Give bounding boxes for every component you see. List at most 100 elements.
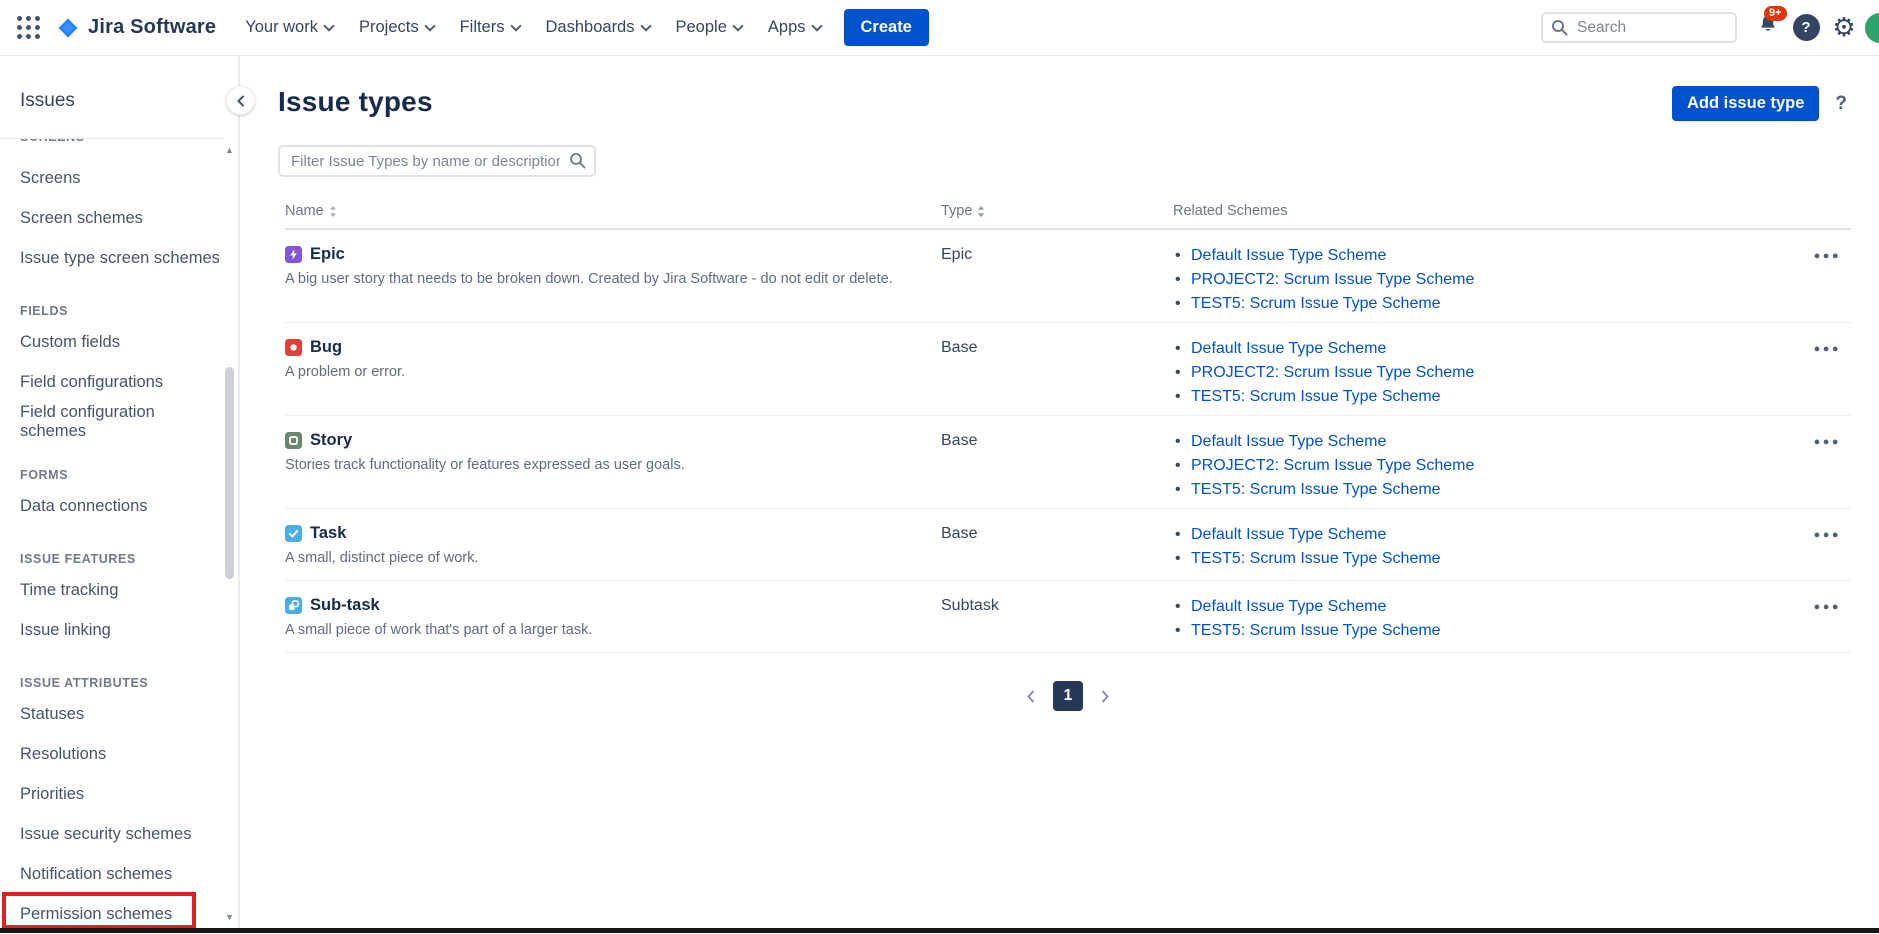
name-cell: Bug A problem or error. — [285, 338, 941, 380]
type-cell: Subtask — [941, 596, 1173, 615]
sidebar-item-notification-schemes[interactable]: Notification schemes — [20, 854, 220, 894]
notifications-button[interactable]: 9+ — [1751, 11, 1785, 45]
actions-cell: ●●● — [1795, 338, 1851, 361]
nav-people[interactable]: People — [663, 0, 755, 56]
sidebar-item-resolutions[interactable]: Resolutions — [20, 734, 220, 774]
actions-cell: ●●● — [1795, 596, 1851, 619]
scheme-link[interactable]: PROJECT2: Scrum Issue Type Scheme — [1191, 271, 1474, 288]
search-input[interactable] — [1541, 12, 1737, 43]
name-cell: Task A small, distinct piece of work. — [285, 524, 941, 566]
page-help-icon[interactable]: ? — [1835, 93, 1847, 115]
notifications-badge: 9+ — [1764, 6, 1787, 21]
help-button[interactable]: ? — [1789, 11, 1823, 45]
row-actions-button[interactable]: ●●● — [1812, 524, 1843, 547]
page-title: Issue types — [278, 86, 433, 118]
related-schemes-list: Default Issue Type Scheme PROJECT2: Scru… — [1173, 337, 1795, 409]
sidebar-item-time-tracking[interactable]: Time tracking — [20, 570, 220, 610]
sidebar-item-issue-type-screen-schemes[interactable]: Issue type screen schemes — [20, 238, 220, 278]
column-header-name[interactable]: Name — [285, 203, 941, 219]
jira-logo[interactable]: Jira Software — [56, 16, 216, 40]
scheme-link[interactable]: TEST5: Scrum Issue Type Scheme — [1191, 481, 1441, 498]
scheme-link[interactable]: TEST5: Scrum Issue Type Scheme — [1191, 388, 1441, 405]
nav-apps[interactable]: Apps — [755, 0, 834, 56]
sidebar-item-custom-fields[interactable]: Custom fields — [20, 322, 220, 362]
sidebar-item-screen-schemes[interactable]: Screen schemes — [20, 198, 220, 238]
chevron-down-icon — [323, 20, 334, 31]
scroll-down-arrow-icon[interactable]: ▼ — [223, 912, 236, 922]
scheme-link[interactable]: PROJECT2: Scrum Issue Type Scheme — [1191, 364, 1474, 381]
scrollbar-thumb[interactable] — [225, 367, 234, 579]
gear-icon: ⚙ — [1832, 15, 1855, 41]
create-button[interactable]: Create — [844, 9, 929, 46]
settings-sidebar: Issues SCREENS Screens Screen schemes Is… — [0, 56, 240, 928]
scheme-link[interactable]: Default Issue Type Scheme — [1191, 247, 1386, 264]
row-actions-button[interactable]: ●●● — [1812, 338, 1843, 361]
previous-page-button[interactable] — [1020, 684, 1041, 709]
column-header-type[interactable]: Type — [941, 203, 1173, 219]
page-actions: Add issue type ? — [1672, 86, 1851, 121]
related-schemes-list: Default Issue Type Scheme TEST5: Scrum I… — [1173, 523, 1795, 571]
issue-types-page: Issue types Add issue type ? Name Type — [240, 56, 1879, 933]
issue-type-name[interactable]: Bug — [310, 338, 342, 357]
issue-type-filter — [278, 145, 596, 177]
actions-cell: ●●● — [1795, 245, 1851, 268]
sidebar-item-priorities[interactable]: Priorities — [20, 774, 220, 814]
row-actions-button[interactable]: ●●● — [1812, 245, 1843, 268]
product-name: Jira Software — [88, 16, 216, 39]
scheme-link[interactable]: Default Issue Type Scheme — [1191, 340, 1386, 357]
scheme-link[interactable]: Default Issue Type Scheme — [1191, 598, 1386, 615]
chevron-down-icon — [732, 20, 743, 31]
type-cell: Base — [941, 338, 1173, 357]
scheme-link[interactable]: TEST5: Scrum Issue Type Scheme — [1191, 295, 1441, 312]
name-cell: Epic A big user story that needs to be b… — [285, 245, 941, 287]
table-row-task: Task A small, distinct piece of work. Ba… — [285, 509, 1851, 581]
related-schemes-list: Default Issue Type Scheme PROJECT2: Scru… — [1173, 430, 1795, 502]
related-schemes-list: Default Issue Type Scheme TEST5: Scrum I… — [1173, 595, 1795, 643]
sidebar-item-statuses[interactable]: Statuses — [20, 694, 220, 734]
sidebar-scrollbar[interactable]: ▲ ▼ — [223, 89, 236, 924]
add-issue-type-button[interactable]: Add issue type — [1672, 86, 1819, 121]
search-icon — [569, 152, 586, 174]
type-cell: Epic — [941, 245, 1173, 264]
sidebar-group-issue-attributes: ISSUE ATTRIBUTES — [20, 672, 238, 694]
filter-input[interactable] — [278, 145, 596, 177]
user-avatar[interactable] — [1865, 13, 1879, 43]
scroll-up-arrow-icon[interactable]: ▲ — [223, 145, 236, 155]
issue-type-name[interactable]: Story — [310, 431, 352, 450]
nav-your-work[interactable]: Your work — [232, 0, 346, 56]
sidebar-item-issue-linking[interactable]: Issue linking — [20, 610, 220, 650]
page-header: Issue types Add issue type ? — [278, 86, 1851, 121]
sidebar-item-screens[interactable]: Screens — [20, 158, 220, 198]
chevron-left-icon — [1026, 690, 1035, 703]
sidebar-item-issue-security-schemes[interactable]: Issue security schemes — [20, 814, 220, 854]
sidebar-item-data-connections[interactable]: Data connections — [20, 486, 220, 526]
sidebar-item-field-configurations[interactable]: Field configurations — [20, 362, 220, 402]
type-cell: Base — [941, 431, 1173, 450]
issue-type-description: A small, distinct piece of work. — [285, 550, 941, 566]
sidebar-collapse-button[interactable] — [226, 86, 255, 115]
sidebar-clipped-group-label: SCREENS — [0, 139, 238, 148]
chevron-right-icon — [1101, 690, 1110, 703]
scheme-link[interactable]: Default Issue Type Scheme — [1191, 433, 1386, 450]
sidebar-item-field-configuration-schemes[interactable]: Field configuration schemes — [20, 402, 220, 442]
scheme-link[interactable]: PROJECT2: Scrum Issue Type Scheme — [1191, 457, 1474, 474]
next-page-button[interactable] — [1095, 684, 1116, 709]
app-switcher-icon[interactable] — [16, 15, 42, 41]
nav-filters[interactable]: Filters — [447, 0, 533, 56]
issue-type-name[interactable]: Sub-task — [310, 596, 380, 615]
row-actions-button[interactable]: ●●● — [1812, 596, 1843, 619]
table-row-sub-task: Sub-task A small piece of work that's pa… — [285, 581, 1851, 653]
scheme-link[interactable]: TEST5: Scrum Issue Type Scheme — [1191, 550, 1441, 567]
related-schemes-list: Default Issue Type Scheme PROJECT2: Scru… — [1173, 244, 1795, 316]
issue-type-name[interactable]: Epic — [310, 245, 345, 264]
sidebar-group-fields: FIELDS — [20, 300, 238, 322]
row-actions-button[interactable]: ●●● — [1812, 431, 1843, 454]
settings-button[interactable]: ⚙ — [1827, 11, 1861, 45]
scheme-link[interactable]: Default Issue Type Scheme — [1191, 526, 1386, 543]
table-row-story: Story Stories track functionality or fea… — [285, 416, 1851, 509]
nav-projects[interactable]: Projects — [346, 0, 447, 56]
issue-type-name[interactable]: Task — [310, 524, 346, 543]
scheme-link[interactable]: TEST5: Scrum Issue Type Scheme — [1191, 622, 1441, 639]
page-1-button[interactable]: 1 — [1053, 681, 1083, 711]
nav-dashboards[interactable]: Dashboards — [533, 0, 663, 56]
